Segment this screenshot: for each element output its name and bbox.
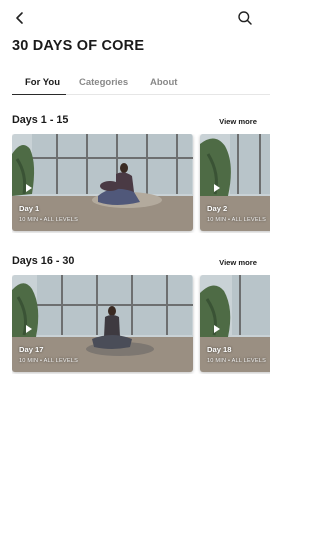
card-row: Day 17 10 MIN • ALL LEVELS Day 18 10 MIN… [12, 275, 270, 374]
top-bar [0, 0, 270, 36]
card-day-label: Day 1 [19, 204, 40, 213]
view-more-link[interactable]: View more [219, 117, 257, 126]
view-more-link[interactable]: View more [219, 258, 257, 267]
card-meta: 10 MIN • ALL LEVELS [207, 217, 267, 223]
play-icon [26, 325, 32, 333]
play-icon [214, 325, 220, 333]
card-day-label: Day 17 [19, 345, 44, 354]
tab-about[interactable]: About [150, 77, 177, 88]
back-icon[interactable] [9, 8, 31, 28]
card-row: Day 1 10 MIN • ALL LEVELS Day 2 10 MIN •… [12, 134, 270, 233]
tab-for-you[interactable]: For You [25, 77, 60, 88]
play-icon [26, 184, 32, 192]
card-meta: 10 MIN • ALL LEVELS [19, 217, 79, 223]
workout-card-day-17[interactable]: Day 17 10 MIN • ALL LEVELS [12, 275, 193, 372]
card-day-label: Day 2 [207, 204, 228, 213]
section-title-days-16-30: Days 16 - 30 [12, 255, 75, 267]
active-tab-indicator [12, 93, 66, 95]
section-title-days-1-15: Days 1 - 15 [12, 114, 69, 126]
workout-card-day-18[interactable]: Day 18 10 MIN • ALL LEVELS [200, 275, 270, 372]
tab-categories[interactable]: Categories [79, 77, 128, 88]
workout-card-day-2[interactable]: Day 2 10 MIN • ALL LEVELS [200, 134, 270, 231]
page-title: 30 DAYS OF CORE [12, 38, 145, 54]
card-day-label: Day 18 [207, 345, 232, 354]
search-icon[interactable] [234, 8, 256, 28]
card-meta: 10 MIN • ALL LEVELS [207, 358, 267, 364]
workout-card-day-1[interactable]: Day 1 10 MIN • ALL LEVELS [12, 134, 193, 231]
play-icon [214, 184, 220, 192]
tab-bar: For You Categories About [12, 70, 270, 95]
card-meta: 10 MIN • ALL LEVELS [19, 358, 79, 364]
